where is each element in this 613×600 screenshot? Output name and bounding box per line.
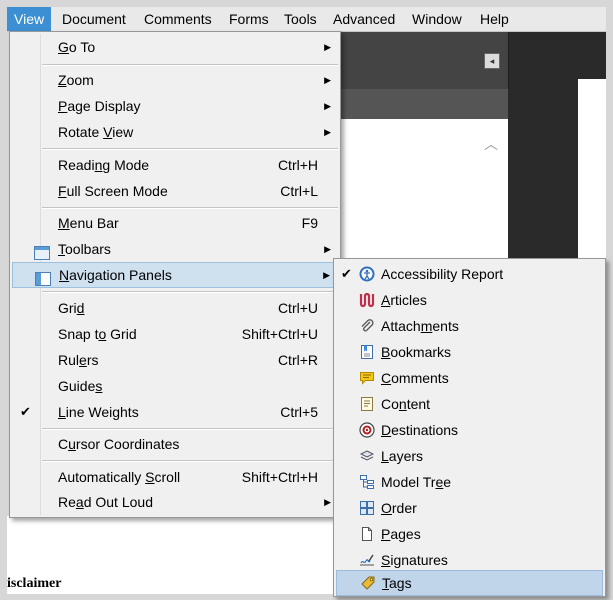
- menu-tools[interactable]: Tools: [277, 7, 324, 31]
- menu-document[interactable]: Document: [55, 7, 133, 31]
- menu-comments[interactable]: Comments: [137, 7, 219, 31]
- submenu-item-layers[interactable]: Layers: [336, 443, 603, 469]
- menu-item-snap-to-grid[interactable]: Snap to Grid Shift+Ctrl+U: [12, 321, 338, 347]
- submenu-arrow-icon: ▶: [324, 244, 331, 254]
- submenu-item-destinations[interactable]: Destinations: [336, 417, 603, 443]
- content-icon: [359, 396, 375, 412]
- articles-icon: [359, 292, 375, 308]
- menu-separator: [42, 291, 338, 293]
- menu-item-toolbars[interactable]: Toolbars ▶: [12, 236, 338, 262]
- menu-advanced[interactable]: Advanced: [326, 7, 402, 31]
- tag-icon: [360, 575, 376, 591]
- navigation-panels-submenu: ✔ Accessibility Report Articles Attachme…: [333, 258, 606, 597]
- menu-item-rotate-view[interactable]: Rotate View ▶: [12, 119, 338, 145]
- menu-separator: [42, 148, 338, 150]
- order-icon: [359, 500, 375, 516]
- menu-separator: [42, 428, 338, 430]
- shortcut-label: Ctrl+L: [280, 183, 318, 199]
- scroll-up-icon[interactable]: ︿: [484, 134, 498, 154]
- pages-icon: [359, 526, 375, 542]
- menu-item-rulers[interactable]: Rulers Ctrl+R: [12, 347, 338, 373]
- submenu-item-order[interactable]: Order: [336, 495, 603, 521]
- submenu-item-content[interactable]: Content: [336, 391, 603, 417]
- menu-separator: [42, 207, 338, 209]
- menu-item-zoom[interactable]: Zoom ▶: [12, 67, 338, 93]
- menu-window[interactable]: Window: [405, 7, 469, 31]
- destinations-icon: [359, 422, 375, 438]
- menu-bar: View Document Comments Forms Tools Advan…: [7, 7, 606, 32]
- checkmark-icon: ✔: [20, 404, 31, 419]
- toolbars-icon: [34, 242, 50, 260]
- menu-item-grid[interactable]: Grid Ctrl+U: [12, 295, 338, 321]
- submenu-arrow-icon: ▶: [324, 101, 331, 111]
- pane-toolbar: [337, 89, 508, 119]
- paperclip-icon: [359, 318, 375, 334]
- checkmark-icon: ✔: [341, 266, 352, 281]
- submenu-arrow-icon: ▶: [324, 42, 331, 52]
- menu-help[interactable]: Help: [473, 7, 516, 31]
- menu-forms[interactable]: Forms: [222, 7, 276, 31]
- submenu-arrow-icon: ▶: [324, 127, 331, 137]
- submenu-arrow-icon: ▶: [324, 497, 331, 507]
- collapse-pane-icon[interactable]: ◂: [484, 53, 500, 69]
- disclaimer-heading: isclaimer: [7, 576, 62, 591]
- submenu-item-articles[interactable]: Articles: [336, 287, 603, 313]
- menu-separator: [42, 64, 338, 66]
- accessibility-icon: [359, 266, 375, 282]
- menu-item-page-display[interactable]: Page Display ▶: [12, 93, 338, 119]
- model-tree-icon: [359, 474, 375, 490]
- layers-icon: [359, 448, 375, 464]
- shortcut-label: F9: [301, 215, 318, 231]
- menu-item-full-screen-mode[interactable]: Full Screen Mode Ctrl+L: [12, 178, 338, 204]
- shortcut-label: Shift+Ctrl+U: [241, 326, 318, 342]
- navigation-panels-icon: [35, 269, 51, 286]
- submenu-item-model-tree[interactable]: Model Tree: [336, 469, 603, 495]
- submenu-item-tags[interactable]: Tags: [336, 570, 603, 596]
- submenu-arrow-icon: ▶: [323, 270, 330, 280]
- shortcut-label: Ctrl+H: [277, 157, 318, 173]
- submenu-item-accessibility-report[interactable]: ✔ Accessibility Report: [336, 261, 603, 287]
- shortcut-label: Ctrl+5: [280, 404, 318, 420]
- menu-separator: [42, 460, 338, 462]
- menu-item-automatically-scroll[interactable]: Automatically Scroll Shift+Ctrl+H: [12, 464, 338, 490]
- menu-item-menu-bar[interactable]: Menu Bar F9: [12, 210, 338, 236]
- submenu-item-comments[interactable]: Comments: [336, 365, 603, 391]
- signature-icon: [359, 552, 375, 568]
- shortcut-label: Shift+Ctrl+H: [241, 469, 318, 485]
- submenu-item-bookmarks[interactable]: Bookmarks: [336, 339, 603, 365]
- menu-item-cursor-coordinates[interactable]: Cursor Coordinates: [12, 431, 338, 457]
- submenu-arrow-icon: ▶: [324, 75, 331, 85]
- menu-item-read-out-loud[interactable]: Read Out Loud ▶: [12, 489, 338, 515]
- shortcut-label: Ctrl+R: [277, 352, 318, 368]
- menu-item-navigation-panels[interactable]: Navigation Panels ▶: [12, 262, 338, 288]
- comment-icon: [359, 370, 375, 386]
- menu-item-guides[interactable]: Guides: [12, 373, 338, 399]
- menu-item-go-to[interactable]: Go To ▶: [12, 34, 338, 60]
- view-menu: Go To ▶ Zoom ▶ Page Display ▶ Rotate Vie…: [9, 31, 341, 518]
- shortcut-label: Ctrl+U: [277, 300, 318, 316]
- menu-view[interactable]: View: [7, 7, 52, 31]
- menu-item-line-weights[interactable]: ✔ Line Weights Ctrl+5: [12, 399, 338, 425]
- submenu-item-attachments[interactable]: Attachments: [336, 313, 603, 339]
- submenu-item-pages[interactable]: Pages: [336, 521, 603, 547]
- menu-item-reading-mode[interactable]: Reading Mode Ctrl+H: [12, 152, 338, 178]
- bookmark-icon: [359, 344, 375, 360]
